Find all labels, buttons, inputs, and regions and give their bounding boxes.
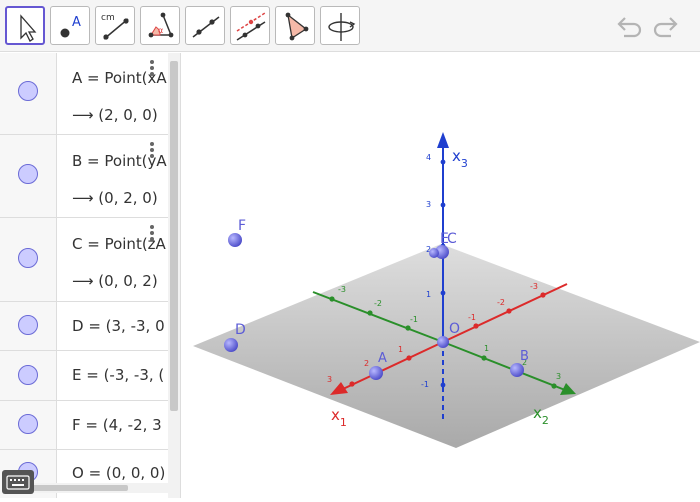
- algebra-row-d[interactable]: D = (3, -3, 0: [0, 302, 168, 351]
- algebra-row-c[interactable]: C = Point(zA ⟶ (0, 0, 2): [0, 218, 168, 302]
- svg-text:-2: -2: [497, 298, 505, 307]
- angle-icon: α: [148, 12, 174, 38]
- svg-text:O: O: [449, 321, 460, 337]
- algebra-definition[interactable]: O = (0, 0, 0): [72, 464, 165, 482]
- point-f[interactable]: [228, 233, 242, 247]
- point-o[interactable]: [437, 336, 449, 348]
- svg-text:B: B: [520, 349, 529, 364]
- angle-tool[interactable]: α: [140, 6, 180, 45]
- svg-text:α: α: [158, 26, 163, 35]
- point-visibility-icon[interactable]: [18, 248, 38, 268]
- x3-axis-label: x3: [452, 147, 468, 170]
- algebra-value: ⟶ (0, 2, 0): [72, 189, 158, 207]
- polygon-tool[interactable]: [275, 6, 315, 45]
- arrow-icon: ⟶: [72, 189, 94, 207]
- undo-icon: [617, 17, 642, 38]
- graphics-3d-view[interactable]: 3 2 1 -1 -2 -3 -3 -2 -1 1 2 3 4 3 2 1 -1…: [188, 53, 700, 498]
- visibility-toggle[interactable]: [0, 218, 57, 301]
- svg-text:3: 3: [426, 200, 431, 209]
- scrollbar-thumb[interactable]: [20, 485, 128, 491]
- svg-text:1: 1: [426, 290, 431, 299]
- point-b[interactable]: [510, 363, 524, 377]
- row-menu-icon[interactable]: [149, 224, 155, 242]
- point-icon: A: [60, 15, 81, 38]
- 3d-scene[interactable]: 3 2 1 -1 -2 -3 -3 -2 -1 1 2 3 4 3 2 1 -1…: [188, 53, 700, 498]
- ruler-segment-icon: cm: [101, 13, 129, 40]
- keyboard-button[interactable]: [2, 470, 34, 494]
- visibility-toggle[interactable]: [0, 401, 57, 449]
- svg-text:2: 2: [364, 359, 369, 368]
- svg-text:3: 3: [327, 375, 332, 384]
- scrollbar-thumb[interactable]: [170, 61, 178, 411]
- horizontal-scrollbar[interactable]: [20, 483, 168, 493]
- point-e[interactable]: [429, 248, 439, 258]
- svg-text:E: E: [440, 231, 449, 247]
- point-tool[interactable]: A: [50, 6, 90, 45]
- svg-text:A: A: [72, 15, 81, 30]
- svg-text:1: 1: [398, 345, 403, 354]
- visibility-toggle[interactable]: [0, 351, 57, 400]
- algebra-definition[interactable]: D = (3, -3, 0: [72, 317, 165, 335]
- arrow-icon: ⟶: [72, 272, 94, 290]
- rotate-3d-view-icon: [328, 13, 356, 41]
- distance-tool[interactable]: cm: [95, 6, 135, 45]
- point-visibility-icon[interactable]: [18, 414, 38, 434]
- point-visibility-icon[interactable]: [18, 164, 38, 184]
- visibility-toggle[interactable]: [0, 302, 57, 350]
- svg-text:-3: -3: [530, 282, 538, 291]
- point-visibility-icon[interactable]: [18, 81, 38, 101]
- move-tool[interactable]: [5, 6, 45, 45]
- svg-text:cm: cm: [101, 13, 115, 23]
- vertical-scrollbar[interactable]: [168, 53, 180, 498]
- visibility-toggle[interactable]: [0, 53, 57, 134]
- row-menu-icon[interactable]: [149, 141, 155, 159]
- arrow-icon: ⟶: [72, 106, 94, 124]
- line-through-points-icon: [192, 16, 220, 38]
- cursor-arrow-icon: [20, 14, 37, 42]
- svg-text:F: F: [238, 218, 246, 234]
- algebra-definition[interactable]: E = (-3, -3, (: [72, 366, 164, 384]
- svg-text:D: D: [235, 322, 246, 338]
- toolbar: A cm α: [0, 0, 700, 52]
- point-a[interactable]: [369, 366, 383, 380]
- redo-icon: [653, 17, 678, 38]
- point-d[interactable]: [224, 338, 238, 352]
- point-visibility-icon[interactable]: [18, 315, 38, 335]
- perpendicular-line-icon: [236, 12, 266, 41]
- algebra-view: A = Point(xA ⟶ (2, 0, 0) B = Point(yA ⟶ …: [0, 53, 181, 498]
- line-tool[interactable]: [185, 6, 225, 45]
- svg-text:4: 4: [426, 153, 431, 162]
- algebra-row-b[interactable]: B = Point(yA ⟶ (0, 2, 0): [0, 135, 168, 218]
- perpendicular-tool[interactable]: [230, 6, 270, 45]
- x3-arrowhead: [437, 132, 449, 148]
- algebra-row-f[interactable]: F = (4, -2, 3: [0, 401, 168, 450]
- svg-text:-3: -3: [338, 285, 346, 294]
- svg-text:-1: -1: [421, 380, 429, 389]
- algebra-row-e[interactable]: E = (-3, -3, (: [0, 351, 168, 401]
- algebra-value: ⟶ (2, 0, 0): [72, 106, 158, 124]
- undo-button[interactable]: [614, 12, 644, 42]
- visibility-toggle[interactable]: [0, 135, 57, 217]
- x1-axis-label: x1: [331, 406, 347, 429]
- point-visibility-icon[interactable]: [18, 365, 38, 385]
- svg-text:-1: -1: [410, 315, 418, 324]
- triangle-polygon-icon: [285, 12, 309, 41]
- algebra-definition[interactable]: F = (4, -2, 3: [72, 416, 162, 434]
- rotate-view-tool[interactable]: [320, 6, 360, 45]
- svg-text:-1: -1: [468, 313, 476, 322]
- svg-text:1: 1: [484, 344, 489, 353]
- svg-text:3: 3: [556, 372, 561, 381]
- row-menu-icon[interactable]: [149, 59, 155, 77]
- algebra-value: ⟶ (0, 0, 2): [72, 272, 158, 290]
- algebra-row-a[interactable]: A = Point(xA ⟶ (2, 0, 0): [0, 53, 168, 135]
- keyboard-icon: [6, 475, 30, 490]
- redo-button[interactable]: [651, 12, 681, 42]
- svg-text:-2: -2: [374, 299, 382, 308]
- svg-text:A: A: [378, 351, 387, 366]
